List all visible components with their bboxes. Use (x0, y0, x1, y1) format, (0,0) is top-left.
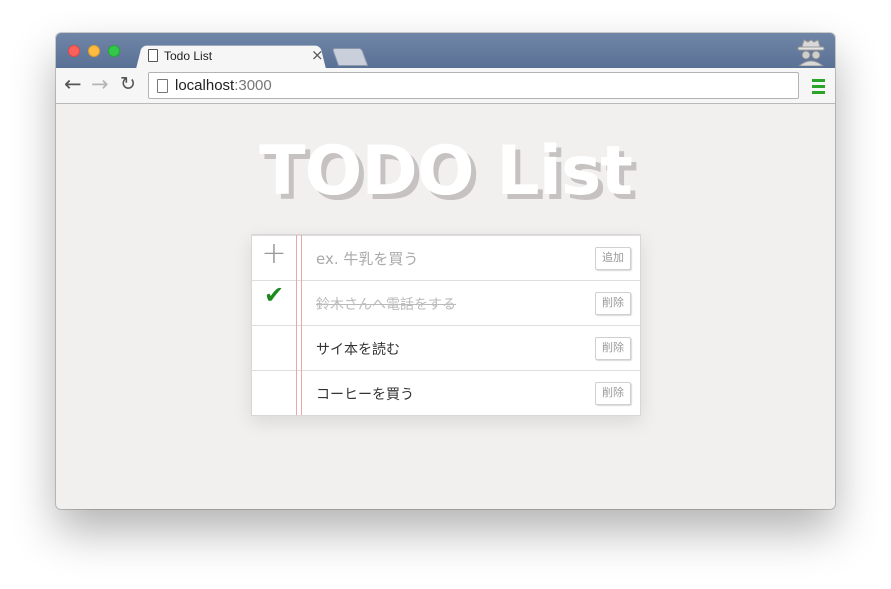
delete-button[interactable]: 削除 (595, 292, 631, 315)
todo-item: ✔ 鈴木さんへ電話をする 削除 (252, 280, 640, 325)
delete-button[interactable]: 削除 (595, 337, 631, 360)
plus-icon: + (261, 236, 287, 271)
minimize-window-button[interactable] (88, 45, 100, 57)
page-content: TODO List + 追加 ✔ 鈴木さんへ電話をする 削除 サイ本を読む 削除… (56, 104, 835, 509)
delete-button[interactable]: 削除 (595, 382, 631, 405)
new-tab-button[interactable] (331, 48, 369, 66)
page-icon (157, 79, 168, 93)
incognito-icon (797, 39, 825, 66)
todo-item: コーヒーを買う 削除 (252, 370, 640, 415)
todo-item: サイ本を読む 削除 (252, 325, 640, 370)
toggle-done-area[interactable] (252, 371, 296, 415)
todo-list: + 追加 ✔ 鈴木さんへ電話をする 削除 サイ本を読む 削除 コーヒーを買う 削… (251, 234, 641, 416)
toggle-done-area[interactable] (252, 326, 296, 370)
close-window-button[interactable] (68, 45, 80, 57)
zoom-window-button[interactable] (108, 45, 120, 57)
todo-item-text: サイ本を読む (316, 342, 400, 358)
checkmark-icon[interactable]: ✔ (252, 281, 296, 325)
url-host: localhost (175, 77, 235, 94)
url-text: localhost:3000 (175, 77, 272, 94)
tab-title: Todo List (164, 49, 213, 63)
back-arrow-icon[interactable]: ← (64, 72, 82, 96)
tab-close-icon[interactable]: × (311, 46, 324, 64)
title-bar: Todo List × (56, 33, 835, 69)
forward-arrow-icon[interactable]: → (91, 72, 109, 96)
new-item-row: + 追加 (252, 235, 640, 280)
browser-window: Todo List × ← → ↻ localhost:3000 TODO Li… (56, 33, 835, 509)
page-title: TODO List (259, 132, 633, 211)
reload-icon[interactable]: ↻ (120, 72, 136, 96)
browser-toolbar: ← → ↻ localhost:3000 (56, 68, 835, 104)
url-port: :3000 (234, 77, 272, 94)
todo-item-text: 鈴木さんへ電話をする (316, 297, 456, 313)
todo-item-text: コーヒーを買う (316, 387, 414, 403)
page-icon (148, 49, 158, 62)
add-button[interactable]: 追加 (595, 247, 631, 270)
address-bar[interactable]: localhost:3000 (148, 72, 799, 99)
menu-icon[interactable] (812, 79, 825, 97)
new-item-input[interactable] (316, 250, 586, 268)
